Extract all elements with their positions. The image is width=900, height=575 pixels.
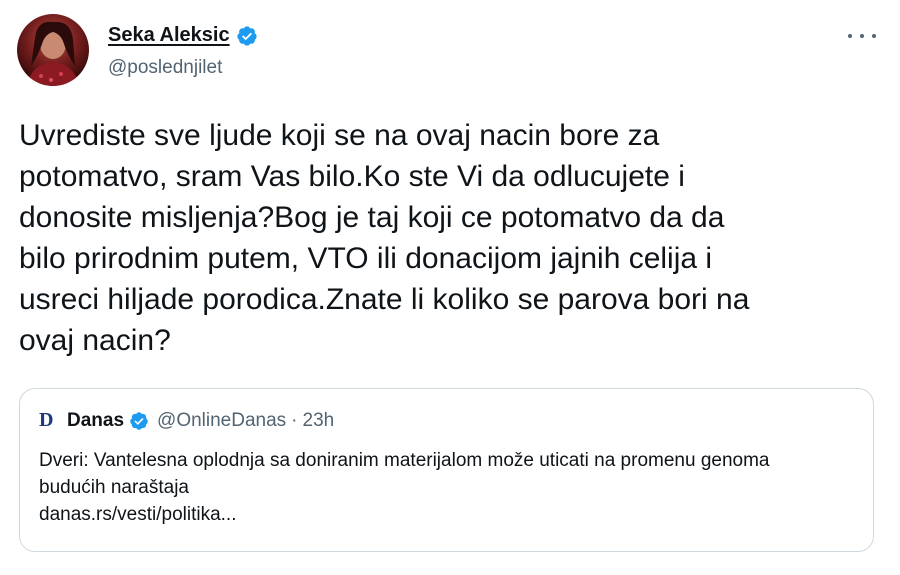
- verified-badge-icon: [236, 25, 257, 46]
- quoted-tweet-body: Dveri: Vantelesna oplodnja sa doniranim …: [39, 447, 839, 528]
- more-dot-icon: [872, 34, 876, 38]
- author-display-name[interactable]: Seka Aleksic: [108, 24, 230, 47]
- quoted-timestamp[interactable]: 23h: [303, 410, 335, 432]
- author-name-row: Seka Aleksic: [108, 24, 258, 47]
- author-handle[interactable]: @poslednjilet: [108, 57, 222, 79]
- more-dot-icon: [848, 34, 852, 38]
- quoted-tweet-card[interactable]: D Danas @OnlineDanas · 23h Dveri: Vantel…: [19, 388, 874, 552]
- verified-badge-icon: [130, 411, 148, 430]
- quoted-display-name[interactable]: Danas: [67, 410, 124, 432]
- quoted-handle[interactable]: @OnlineDanas: [157, 410, 286, 432]
- quoted-tweet-header: D Danas @OnlineDanas · 23h: [39, 409, 334, 432]
- more-options-button[interactable]: [848, 26, 876, 46]
- author-avatar[interactable]: [17, 14, 89, 86]
- separator-dot: ·: [291, 409, 298, 431]
- quoted-tweet-text: Dveri: Vantelesna oplodnja sa doniranim …: [39, 450, 770, 498]
- more-dot-icon: [860, 34, 864, 38]
- tweet-text: Uvrediste sve ljude koji se na ovaj naci…: [19, 119, 750, 357]
- quoted-tweet-link[interactable]: danas.rs/vesti/politika...: [39, 501, 839, 528]
- danas-logo-icon: D: [39, 409, 54, 431]
- profile-photo-icon: [27, 21, 79, 86]
